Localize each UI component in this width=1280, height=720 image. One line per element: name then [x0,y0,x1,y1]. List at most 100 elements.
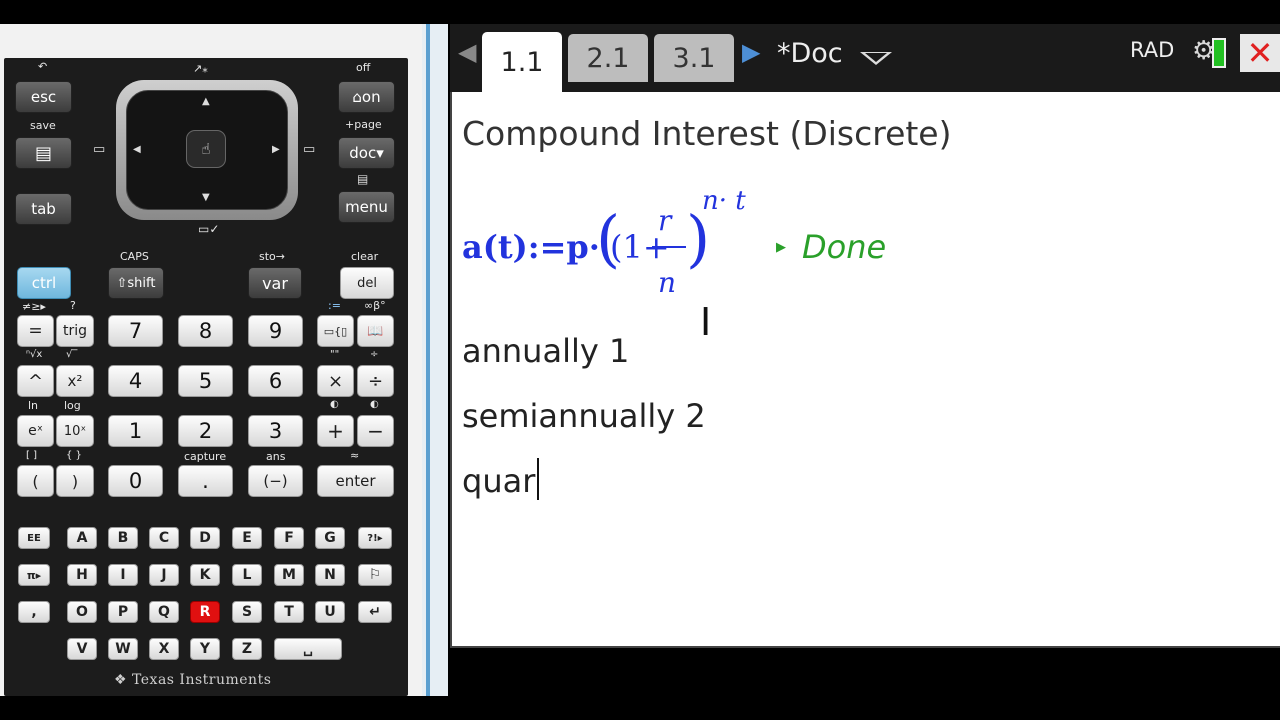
flag-button[interactable]: ⚐ [358,564,392,586]
formula-lhs: a(t):=p· [462,228,600,266]
scratchpad-button[interactable]: ▤ [15,137,72,169]
alpha-e[interactable]: E [232,527,262,549]
alpha-z[interactable]: Z [232,638,262,660]
space-button[interactable]: ␣ [274,638,342,660]
arrow-right-icon[interactable]: ▶ [272,144,280,155]
templates-button[interactable]: ▭{▯ [317,315,354,347]
notes-line-annually[interactable]: annually 1 [462,332,629,370]
close-button[interactable]: ✕ [1240,34,1280,72]
multiply-button[interactable]: × [317,365,354,397]
minus-button[interactable]: − [357,415,394,447]
tab-3-1[interactable]: 3.1 [654,34,734,82]
alpha-m[interactable]: M [274,564,304,586]
document-title[interactable]: *Doc [777,38,843,69]
logo-text: Texas Instruments [132,672,272,688]
ee-button[interactable]: EE [18,527,50,549]
key-5[interactable]: 5 [178,365,233,397]
rparen-button[interactable]: ) [56,465,94,497]
alpha-k[interactable]: K [190,564,220,586]
key-1[interactable]: 1 [108,415,163,447]
ctrl-button[interactable]: ctrl [17,267,71,299]
notes-line-quarterly[interactable]: quar [462,462,535,500]
tab-button[interactable]: tab [15,193,72,225]
math-box-formula[interactable]: a(t):=p· ( (1+ r n ) n· t [462,186,962,306]
key-3[interactable]: 3 [248,415,303,447]
approx-hint: ≈ [350,449,360,462]
return-button[interactable]: ↵ [358,601,392,623]
plus-button[interactable]: + [317,415,354,447]
alpha-i[interactable]: I [108,564,138,586]
notes-page[interactable] [450,92,1280,648]
alpha-x[interactable]: X [149,638,179,660]
click-button[interactable]: ☝ [186,130,226,168]
alpha-n[interactable]: N [315,564,345,586]
enter-button[interactable]: enter [317,465,394,497]
lparen-button[interactable]: ( [17,465,54,497]
arrow-left-icon[interactable]: ◀ [133,144,141,155]
tenx-button[interactable]: 10ˣ [56,415,94,447]
square-button[interactable]: x² [56,365,94,397]
alpha-d[interactable]: D [190,527,220,549]
key-7[interactable]: 7 [108,315,163,347]
ti-state-icon: ❖ [114,672,133,688]
key-2[interactable]: 2 [178,415,233,447]
alpha-w[interactable]: W [108,638,138,660]
alpha-c[interactable]: C [149,527,179,549]
tab-2-1[interactable]: 2.1 [568,34,648,82]
angle-mode-indicator: RAD [1130,38,1175,62]
menu-button[interactable]: menu [338,191,395,223]
alpha-y[interactable]: Y [190,638,220,660]
alpha-h[interactable]: H [67,564,97,586]
alpha-l[interactable]: L [232,564,262,586]
trig-button[interactable]: trig [56,315,94,347]
arrow-up-icon[interactable]: ▲ [202,96,210,107]
var-button[interactable]: var [248,267,302,299]
alpha-v[interactable]: V [67,638,97,660]
arrow-down-icon[interactable]: ▼ [202,192,210,203]
pi-button[interactable]: π▸ [18,564,50,586]
home-on-button[interactable]: ⌂on [338,81,395,113]
key-0[interactable]: 0 [108,465,163,497]
alpha-r[interactable]: R [190,601,220,623]
key-8[interactable]: 8 [178,315,233,347]
alpha-s[interactable]: S [232,601,262,623]
caret-button[interactable]: ^ [17,365,54,397]
tab-scroll-left-icon[interactable]: ◀ [458,38,476,66]
doc-button[interactable]: doc▾ [338,137,395,169]
key-6[interactable]: 6 [248,365,303,397]
alpha-b[interactable]: B [108,527,138,549]
scratchpad-icon: ▤ [34,142,52,164]
divide-button[interactable]: ÷ [357,365,394,397]
dpad-bottom-hint-icon: ▭✓ [198,222,220,236]
tab-1-1[interactable]: 1.1 [482,32,562,92]
punctuation-button[interactable]: ?!▸ [358,527,392,549]
symbols-hint: ∞β° [364,299,386,312]
decimal-button[interactable]: . [178,465,233,497]
alpha-o[interactable]: O [67,601,97,623]
contrast-down-icon: ◐ [370,399,379,410]
key-9[interactable]: 9 [248,315,303,347]
alpha-j[interactable]: J [149,564,179,586]
alpha-g[interactable]: G [315,527,345,549]
alpha-t[interactable]: T [274,601,304,623]
doc-dropdown-icon[interactable] [860,52,892,65]
key-4[interactable]: 4 [108,365,163,397]
del-button[interactable]: del [340,267,394,299]
esc-button[interactable]: esc [15,81,72,113]
notes-line-semiannually[interactable]: semiannually 2 [462,397,706,435]
catalog-button[interactable]: 📖 [357,315,394,347]
comma-button[interactable]: , [18,601,50,623]
page-right-icon: ▭ [303,142,316,157]
equals-button[interactable]: = [17,315,54,347]
shift-button[interactable]: ⇧shift [108,267,164,299]
tab-scroll-right-icon[interactable]: ▶ [742,38,760,66]
alpha-p[interactable]: P [108,601,138,623]
negative-button[interactable]: (−) [248,465,303,497]
alpha-f[interactable]: F [274,527,304,549]
exp-button[interactable]: eˣ [17,415,54,447]
panel-divider-line[interactable] [426,24,430,696]
alpha-q[interactable]: Q [149,601,179,623]
alpha-u[interactable]: U [315,601,345,623]
alpha-a[interactable]: A [67,527,97,549]
notes-heading[interactable]: Compound Interest (Discrete) [462,114,952,153]
